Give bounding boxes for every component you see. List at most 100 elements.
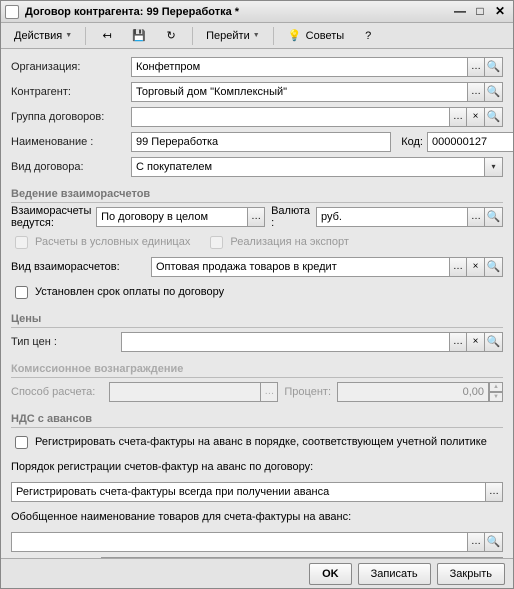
name-input[interactable]: [131, 132, 391, 152]
chevron-down-icon: ▼: [65, 32, 72, 39]
currency-lookup-button[interactable]: …: [467, 207, 485, 227]
settlekind-input[interactable]: [151, 257, 450, 277]
chk-due[interactable]: Установлен срок оплаты по договору: [11, 283, 224, 302]
arrow-left-icon: ↤: [99, 28, 115, 44]
save-icon: 💾: [131, 28, 147, 44]
chk-due-box[interactable]: [15, 286, 28, 299]
pricetype-input[interactable]: [121, 332, 450, 352]
back-button[interactable]: ↤: [92, 26, 122, 46]
currency-input[interactable]: [316, 207, 468, 227]
help-button[interactable]: ?: [353, 26, 383, 46]
close-form-button[interactable]: Закрыть: [437, 563, 505, 585]
contr-lookup-button[interactable]: …: [467, 82, 485, 102]
footer: OK Записать Закрыть: [1, 558, 513, 588]
org-lookup-button[interactable]: …: [467, 57, 485, 77]
save-button-icon[interactable]: 💾: [124, 26, 154, 46]
actions-label: Действия: [14, 30, 62, 42]
contr-open-button[interactable]: 🔍: [485, 82, 503, 102]
commmethod-lookup-button: …: [260, 382, 278, 402]
vatgen-input[interactable]: [11, 532, 468, 552]
actions-menu[interactable]: Действия ▼: [7, 26, 79, 46]
code-input[interactable]: [427, 132, 513, 152]
pricetype-label: Тип цен :: [11, 336, 121, 348]
spin-down-icon: ▼: [489, 392, 503, 402]
settlekind-lookup-button[interactable]: …: [449, 257, 467, 277]
section-commission: Комиссионное вознаграждение: [11, 363, 503, 378]
chk-export-label: Реализация на экспорт: [230, 236, 349, 248]
refresh-button[interactable]: ↻: [156, 26, 186, 46]
commmethod-label: Способ расчета:: [11, 386, 109, 398]
vatorder-lookup-button[interactable]: …: [485, 482, 503, 502]
goto-label: Перейти: [206, 30, 250, 42]
window-title: Договор контрагента: 99 Переработка *: [25, 6, 449, 18]
app-icon: [5, 5, 19, 19]
type-dropdown-button[interactable]: [485, 157, 503, 177]
form: Организация: … 🔍 Контрагент: … 🔍 Группа …: [1, 49, 513, 558]
vatorder-label: Порядок регистрации счетов-фактур на ава…: [11, 461, 313, 473]
section-vat: НДС с авансов: [11, 413, 503, 428]
save-button[interactable]: Записать: [358, 563, 431, 585]
group-lookup-button[interactable]: …: [449, 107, 467, 127]
currency-open-button[interactable]: 🔍: [485, 207, 503, 227]
contr-input[interactable]: [131, 82, 468, 102]
type-label: Вид договора:: [11, 161, 131, 173]
vatgen-label: Обобщенное наименование товаров для счет…: [11, 511, 351, 523]
contr-label: Контрагент:: [11, 86, 131, 98]
pricetype-lookup-button[interactable]: …: [449, 332, 467, 352]
ok-button[interactable]: OK: [309, 563, 352, 585]
commpct-label: Процент:: [278, 386, 337, 398]
pricetype-clear-button[interactable]: ×: [467, 332, 485, 352]
commpct-spinner: ▲ ▼: [489, 382, 503, 402]
org-open-button[interactable]: 🔍: [485, 57, 503, 77]
pricetype-open-button[interactable]: 🔍: [485, 332, 503, 352]
help-icon: ?: [360, 28, 376, 44]
advice-button[interactable]: 💡 Советы: [280, 26, 351, 46]
magnifier-icon: 🔍: [487, 86, 501, 98]
chk-conventional: Расчеты в условных единицах: [11, 233, 190, 252]
chk-vat-register-box[interactable]: [15, 436, 28, 449]
section-prices: Цены: [11, 313, 503, 328]
magnifier-icon: 🔍: [487, 336, 501, 348]
vatorder-input[interactable]: [11, 482, 486, 502]
minimize-button[interactable]: —: [451, 5, 469, 19]
chk-due-label: Установлен срок оплаты по договору: [35, 286, 224, 298]
chk-export: Реализация на экспорт: [206, 233, 349, 252]
group-open-button[interactable]: 🔍: [485, 107, 503, 127]
spin-up-icon: ▲: [489, 382, 503, 392]
settleby-lookup-button[interactable]: …: [247, 207, 265, 227]
code-label: Код:: [391, 136, 427, 148]
chk-export-box: [210, 236, 223, 249]
org-input[interactable]: [131, 57, 468, 77]
settlekind-label: Вид взаиморасчетов:: [11, 261, 151, 273]
toolbar-sep: [273, 27, 274, 45]
settleby-select[interactable]: [96, 207, 248, 227]
goto-menu[interactable]: Перейти ▼: [199, 26, 267, 46]
vatgen-open-button[interactable]: 🔍: [485, 532, 503, 552]
refresh-icon: ↻: [163, 28, 179, 44]
magnifier-icon: 🔍: [487, 536, 501, 548]
settleby-label: Взаиморасчеты ведутся:: [11, 205, 96, 229]
settlekind-clear-button[interactable]: ×: [467, 257, 485, 277]
toolbar-sep: [192, 27, 193, 45]
window: Договор контрагента: 99 Переработка * — …: [0, 0, 514, 589]
chk-conventional-box: [15, 236, 28, 249]
magnifier-icon: 🔍: [487, 211, 501, 223]
chk-vat-register[interactable]: Регистрировать счета-фактуры на аванс в …: [11, 433, 487, 452]
chk-conventional-label: Расчеты в условных единицах: [35, 236, 190, 248]
lightbulb-icon: 💡: [287, 28, 303, 44]
vatgen-lookup-button[interactable]: …: [467, 532, 485, 552]
chevron-down-icon: ▼: [253, 32, 260, 39]
commpct-input: [337, 382, 489, 402]
group-clear-button[interactable]: ×: [467, 107, 485, 127]
group-input[interactable]: [131, 107, 450, 127]
name-label: Наименование :: [11, 136, 131, 148]
commmethod-input: [109, 382, 261, 402]
chk-vat-register-label: Регистрировать счета-фактуры на аванс в …: [35, 436, 487, 448]
settlekind-open-button[interactable]: 🔍: [485, 257, 503, 277]
maximize-button[interactable]: □: [471, 5, 489, 19]
type-select[interactable]: [131, 157, 485, 177]
close-button[interactable]: ✕: [491, 5, 509, 19]
titlebar: Договор контрагента: 99 Переработка * — …: [1, 1, 513, 23]
currency-label: Валюта :: [265, 205, 316, 229]
magnifier-icon: 🔍: [487, 61, 501, 73]
